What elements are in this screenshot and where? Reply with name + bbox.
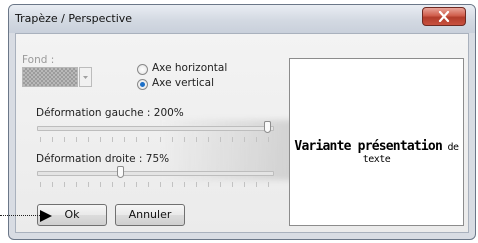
close-icon <box>438 11 450 22</box>
chevron-down-icon <box>83 76 88 79</box>
fill-label: Fond : <box>22 54 55 66</box>
title-bar[interactable]: Trapèze / Perspective <box>9 5 475 33</box>
preview-text-main: Variante présentation <box>294 139 442 154</box>
pointer-dotted-line <box>0 215 40 216</box>
preview-text: Variante présentation de texte <box>290 139 463 165</box>
left-deformation-label: Déformation gauche : 200% <box>36 107 184 119</box>
right-deformation-thumb[interactable] <box>117 166 124 178</box>
radio-axe-horizontal-label[interactable]: Axe horizontal <box>152 62 227 74</box>
radio-axe-vertical-label[interactable]: Axe vertical <box>152 77 214 89</box>
left-deformation-ticks <box>40 137 276 142</box>
right-deformation-track[interactable] <box>37 171 274 176</box>
left-deformation-track[interactable] <box>37 126 274 131</box>
right-deformation-label: Déformation droite : 75% <box>36 153 170 165</box>
radio-axe-horizontal[interactable] <box>137 64 148 75</box>
close-button[interactable] <box>422 7 466 26</box>
right-deformation-ticks <box>40 182 276 187</box>
window-title: Trapèze / Perspective <box>15 12 133 25</box>
preview-panel: Variante présentation de texte <box>289 58 464 226</box>
cancel-button[interactable]: Annuler <box>115 204 185 226</box>
fill-dropdown-button[interactable] <box>79 67 92 87</box>
fill-color-swatch <box>22 67 78 87</box>
arrow-pointer-icon <box>40 210 52 222</box>
left-deformation-thumb[interactable] <box>264 121 271 133</box>
radio-axe-vertical[interactable] <box>137 79 148 90</box>
